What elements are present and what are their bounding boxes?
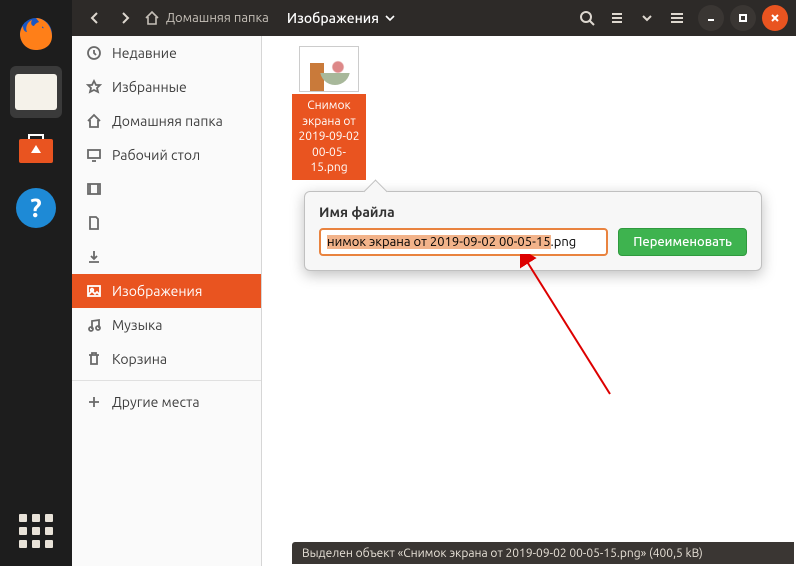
titlebar: Домашняя папка Изображения xyxy=(72,0,796,36)
content-area[interactable]: Снимок экрана от 2019-09-02 00-05-15.png… xyxy=(262,36,796,566)
nav-forward-button[interactable] xyxy=(112,5,138,31)
document-icon xyxy=(86,215,102,231)
sidebar-item-label: Домашняя папка xyxy=(112,113,223,129)
breadcrumb[interactable]: Домашняя папка xyxy=(144,10,269,26)
rename-popover-title: Имя файла xyxy=(319,204,747,220)
sidebar-item-home[interactable]: Домашняя папка xyxy=(72,104,261,138)
files-icon xyxy=(15,74,57,110)
dock-app-grid[interactable] xyxy=(0,514,72,548)
view-list-button[interactable] xyxy=(604,5,630,31)
file-manager-window: Недавние Избранные Домашняя папка Рабочи… xyxy=(72,36,796,566)
sidebar-item-recent[interactable]: Недавние xyxy=(72,36,261,70)
dock-app-help[interactable]: ? xyxy=(10,182,62,234)
rename-popover: Имя файла нимок экрана от 2019-09-02 00-… xyxy=(304,191,762,271)
file-thumbnail xyxy=(299,46,359,92)
clock-icon xyxy=(86,45,102,61)
search-button[interactable] xyxy=(574,5,600,31)
dock-app-software[interactable] xyxy=(10,124,62,176)
sidebar-separator xyxy=(72,380,261,381)
sidebar-item-pictures[interactable]: Изображения xyxy=(72,274,261,308)
filename-input-selection: нимок экрана от 2019-09-02 00-05-15 xyxy=(327,235,551,249)
nav-back-button[interactable] xyxy=(82,5,108,31)
location-label: Изображения xyxy=(287,10,379,26)
sidebar-item-downloads[interactable] xyxy=(72,240,261,274)
plus-icon xyxy=(86,394,102,410)
trash-icon xyxy=(86,351,102,367)
sidebar-item-trash[interactable]: Корзина xyxy=(72,342,261,376)
filename-input[interactable]: нимок экрана от 2019-09-02 00-05-15.png xyxy=(319,228,608,256)
sidebar: Недавние Избранные Домашняя папка Рабочи… xyxy=(72,36,262,566)
image-icon xyxy=(86,283,102,299)
svg-text:?: ? xyxy=(30,193,41,222)
sidebar-item-label: Корзина xyxy=(112,351,167,367)
sidebar-item-videos[interactable] xyxy=(72,172,261,206)
location-current[interactable]: Изображения xyxy=(279,6,403,30)
video-icon xyxy=(86,181,102,197)
rename-button[interactable]: Переименовать xyxy=(618,228,747,256)
sidebar-item-other-places[interactable]: Другие места xyxy=(72,385,261,419)
sidebar-item-label: Музыка xyxy=(112,317,162,333)
sidebar-item-label: Изображения xyxy=(112,283,202,299)
file-label: Снимок экрана от 2019-09-02 00-05-15.png xyxy=(292,94,366,180)
home-icon xyxy=(144,10,160,26)
star-icon xyxy=(86,79,102,95)
dock-app-files[interactable] xyxy=(10,66,62,118)
window-minimize-button[interactable] xyxy=(698,5,724,31)
view-options-dropdown[interactable] xyxy=(634,5,660,31)
status-text: Выделен объект «Снимок экрана от 2019-09… xyxy=(302,547,703,560)
sidebar-item-label: Другие места xyxy=(112,394,200,410)
sidebar-item-documents[interactable] xyxy=(72,206,261,240)
sidebar-item-label: Рабочий стол xyxy=(112,147,200,163)
breadcrumb-home-label: Домашняя папка xyxy=(166,11,269,25)
sidebar-item-desktop[interactable]: Рабочий стол xyxy=(72,138,261,172)
sidebar-item-music[interactable]: Музыка xyxy=(72,308,261,342)
launcher-dock: ? xyxy=(0,0,72,566)
chevron-down-icon xyxy=(385,13,395,23)
dock-app-firefox[interactable] xyxy=(10,8,62,60)
desktop-icon xyxy=(86,147,102,163)
sidebar-item-label: Избранные xyxy=(112,79,187,95)
download-icon xyxy=(86,249,102,265)
music-icon xyxy=(86,317,102,333)
hamburger-menu-button[interactable] xyxy=(664,5,690,31)
file-item[interactable]: Снимок экрана от 2019-09-02 00-05-15.png xyxy=(292,46,366,180)
window-close-button[interactable] xyxy=(762,5,788,31)
filename-input-extension: .png xyxy=(551,235,577,249)
window-maximize-button[interactable] xyxy=(730,5,756,31)
status-bar: Выделен объект «Снимок экрана от 2019-09… xyxy=(292,542,794,564)
annotation-arrow xyxy=(520,254,640,414)
home-icon xyxy=(86,113,102,129)
sidebar-item-label: Недавние xyxy=(112,45,177,61)
sidebar-item-starred[interactable]: Избранные xyxy=(72,70,261,104)
